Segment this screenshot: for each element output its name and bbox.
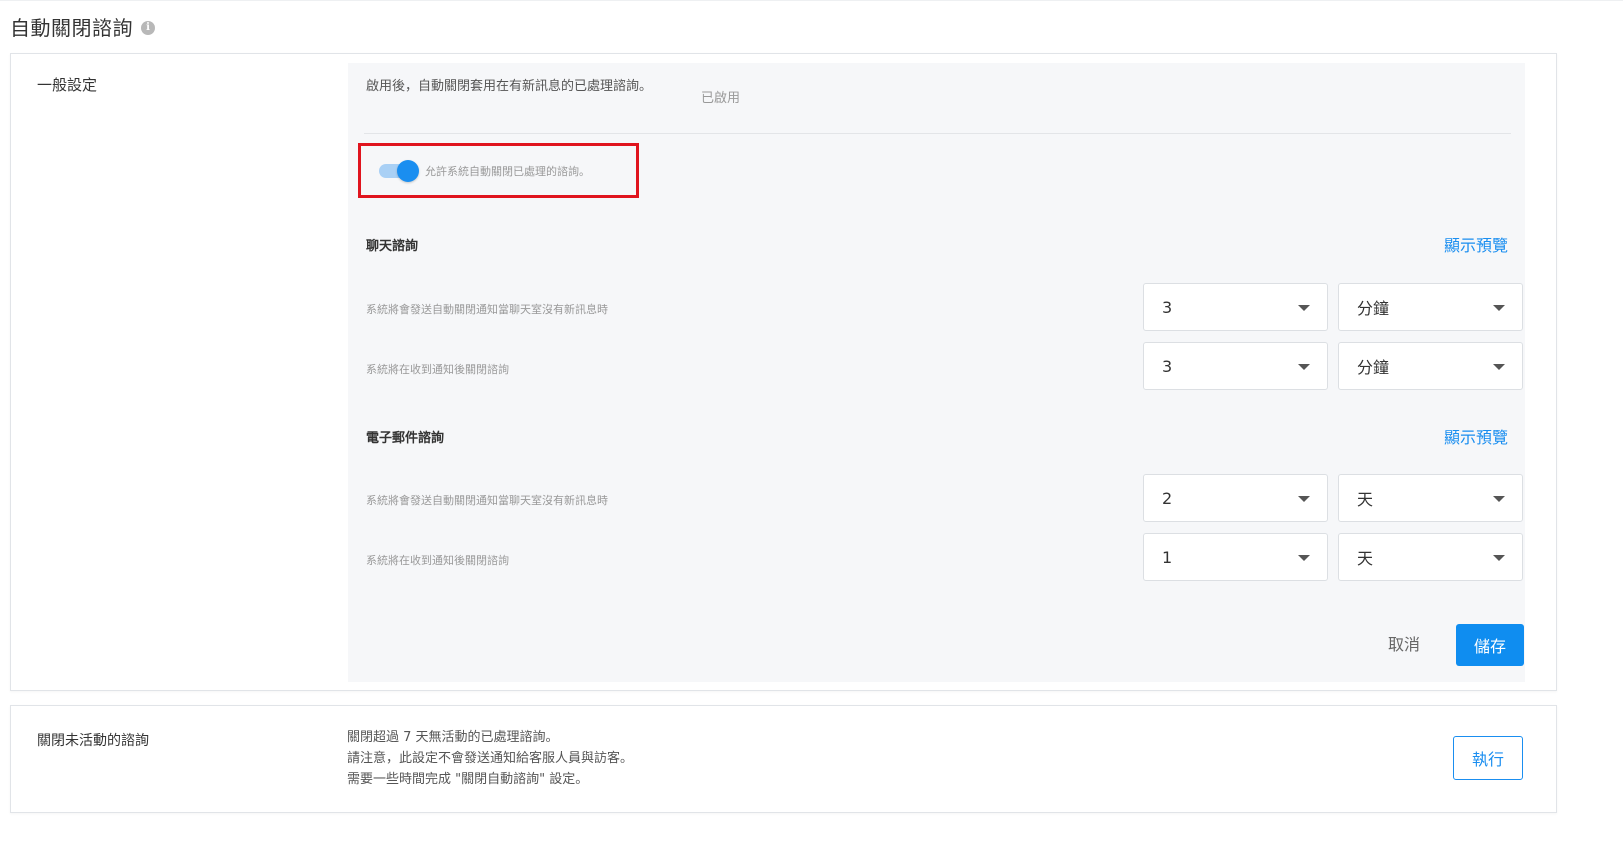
toggle-knob <box>397 159 419 182</box>
settings-panel: 啟用後，自動關閉套用在有新訊息的已處理諮詢。 已啟用 允許系統自動關閉已處理的諮… <box>348 63 1525 682</box>
close-inactive-description: 關閉超過 7 天無活動的已處理諮詢。 請注意，此設定不會發送通知給客服人員與訪客… <box>347 727 633 790</box>
enable-description: 啟用後，自動關閉套用在有新訊息的已處理諮詢。 <box>366 79 653 94</box>
chat-section-title: 聊天諮詢 <box>366 239 419 254</box>
email-close-number-select[interactable]: 1 <box>1143 533 1328 581</box>
general-settings-card: 一般設定 啟用後，自動關閉套用在有新訊息的已處理諮詢。 已啟用 允許系統自動關閉… <box>10 53 1557 691</box>
chat-notify-text: 系統將會發送自動關閉通知當聊天室沒有新訊息時 <box>366 303 608 316</box>
chat-close-text: 系統將在收到通知後關閉諮詢 <box>366 363 509 376</box>
chat-close-number-select[interactable]: 3 <box>1143 342 1328 390</box>
email-close-unit-select[interactable]: 天 <box>1338 533 1523 581</box>
run-button[interactable]: 執行 <box>1453 736 1523 780</box>
chevron-down-icon <box>1493 305 1505 311</box>
description-line: 關閉超過 7 天無活動的已處理諮詢。 <box>347 730 559 745</box>
select-value: 天 <box>1357 549 1374 568</box>
chevron-down-icon <box>1493 364 1505 370</box>
email-notify-text: 系統將會發送自動關閉通知當聊天室沒有新訊息時 <box>366 494 608 507</box>
top-border <box>0 0 1623 1</box>
select-value: 天 <box>1357 490 1374 509</box>
info-icon[interactable]: i <box>141 20 155 35</box>
close-inactive-label: 關閉未活動的諮詢 <box>37 733 149 749</box>
chevron-down-icon <box>1493 496 1505 502</box>
save-button[interactable]: 儲存 <box>1456 624 1524 666</box>
select-value: 3 <box>1162 356 1173 376</box>
chevron-down-icon <box>1298 364 1310 370</box>
select-value: 3 <box>1162 297 1173 317</box>
select-value: 分鐘 <box>1357 299 1390 318</box>
email-notify-number-select[interactable]: 2 <box>1143 474 1328 522</box>
chat-close-unit-select[interactable]: 分鐘 <box>1338 342 1523 390</box>
general-settings-label: 一般設定 <box>37 76 98 94</box>
status-text: 已啟用 <box>701 91 741 106</box>
email-section-title: 電子郵件諮詢 <box>366 431 445 446</box>
cancel-button[interactable]: 取消 <box>1388 631 1420 655</box>
page-title: 自動關閉諮詢 <box>10 15 133 40</box>
description-line: 請注意，此設定不會發送通知給客服人員與訪客。 <box>347 751 634 766</box>
page-header: 自動關閉諮詢 i <box>10 12 155 40</box>
description-line: 需要一些時間完成 "關閉自動諮詢" 設定。 <box>347 772 589 787</box>
chat-preview-link[interactable]: 顯示預覽 <box>1444 232 1508 256</box>
chat-notify-number-select[interactable]: 3 <box>1143 283 1328 331</box>
chat-notify-unit-select[interactable]: 分鐘 <box>1338 283 1523 331</box>
select-value: 1 <box>1162 547 1173 567</box>
email-preview-link[interactable]: 顯示預覽 <box>1444 424 1508 448</box>
email-close-text: 系統將在收到通知後關閉諮詢 <box>366 554 509 567</box>
chevron-down-icon <box>1298 305 1310 311</box>
select-value: 2 <box>1162 488 1173 508</box>
close-inactive-card: 關閉未活動的諮詢 關閉超過 7 天無活動的已處理諮詢。 請注意，此設定不會發送通… <box>10 705 1557 813</box>
select-value: 分鐘 <box>1357 358 1390 377</box>
toggle-highlight-box: 允許系統自動關閉已處理的諮詢。 <box>358 143 639 198</box>
chevron-down-icon <box>1298 496 1310 502</box>
email-notify-unit-select[interactable]: 天 <box>1338 474 1523 522</box>
divider <box>364 133 1511 134</box>
auto-close-toggle[interactable] <box>379 159 419 182</box>
chevron-down-icon <box>1493 555 1505 561</box>
chevron-down-icon <box>1298 555 1310 561</box>
toggle-label: 允許系統自動關閉已處理的諮詢。 <box>425 164 590 178</box>
